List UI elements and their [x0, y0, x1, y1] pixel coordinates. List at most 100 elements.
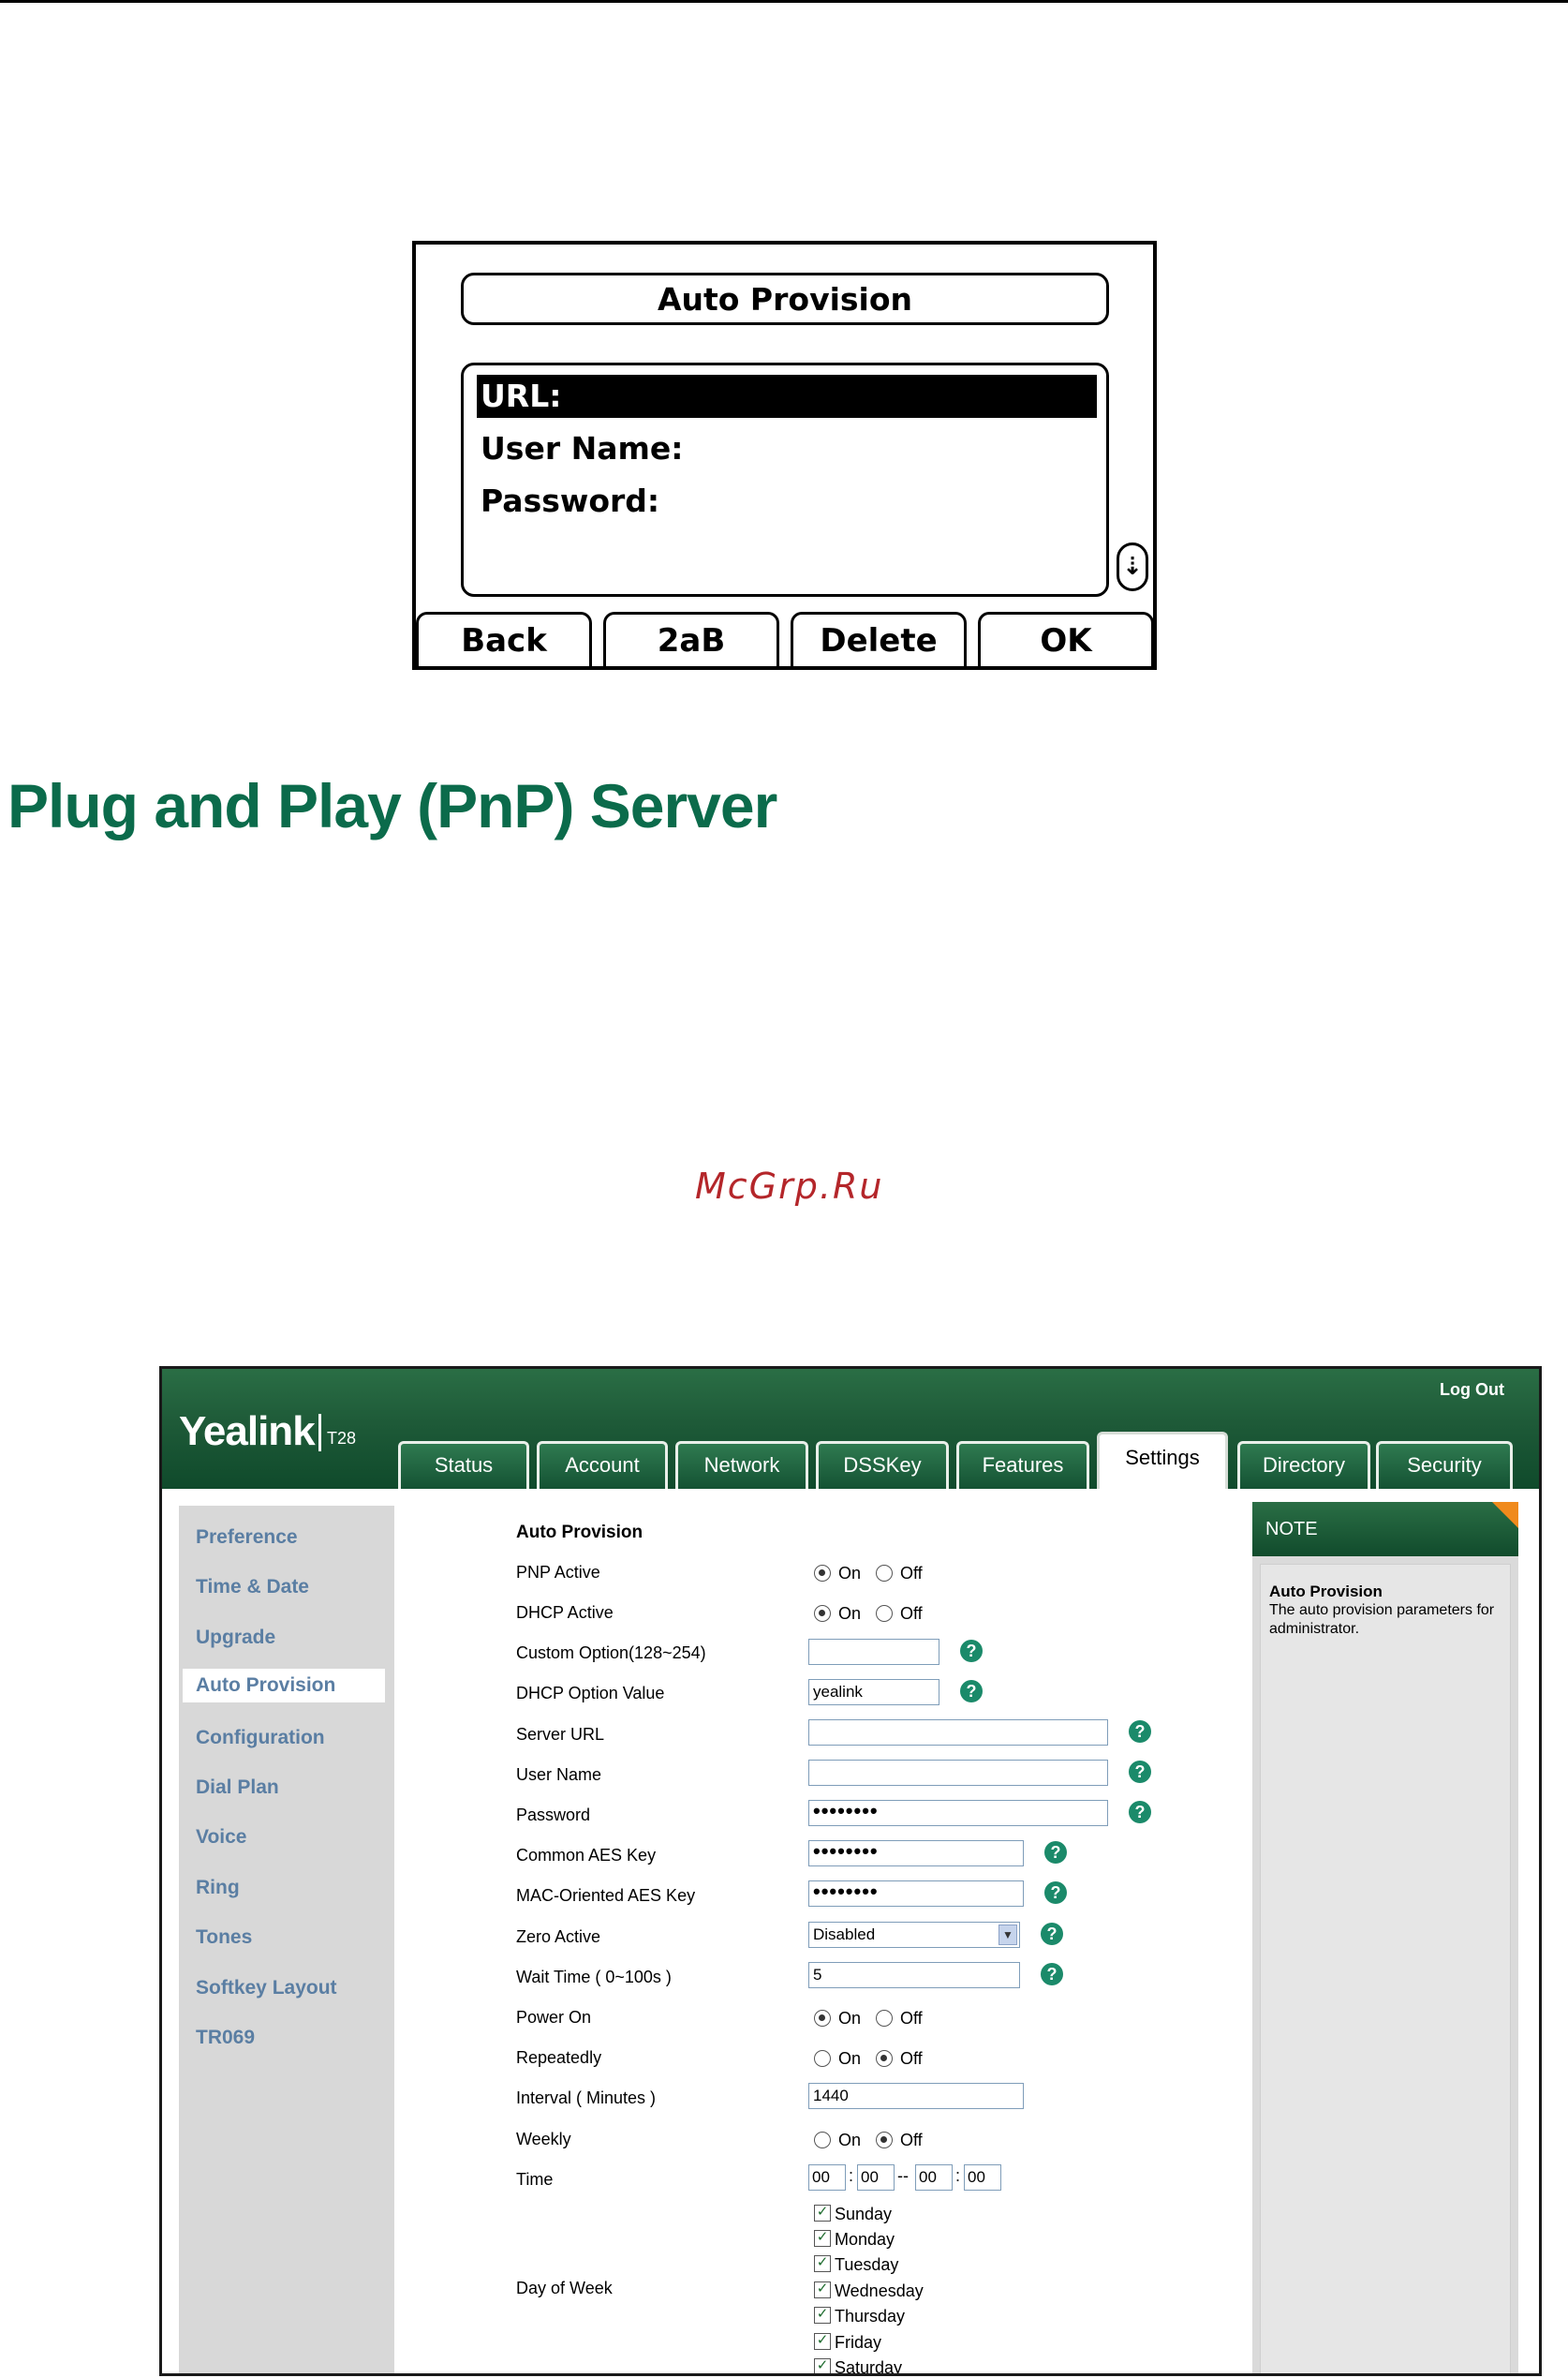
tab-account[interactable]: Account: [537, 1441, 668, 1489]
sidebar-item-tr069[interactable]: TR069: [196, 2027, 255, 2049]
phone-menu-box: URL: User Name: Password:: [461, 363, 1109, 597]
softkey-ok[interactable]: OK: [978, 612, 1154, 668]
phone-line-username[interactable]: User Name:: [477, 427, 1097, 470]
note-corner-icon: [1492, 1502, 1518, 1528]
pnp-active-off-radio[interactable]: [876, 1565, 893, 1582]
sidebar-item-dial-plan[interactable]: Dial Plan: [196, 1776, 279, 1799]
help-icon[interactable]: ?: [1044, 1881, 1067, 1904]
time-end-hour[interactable]: 00: [915, 2164, 953, 2191]
help-icon[interactable]: ?: [1041, 1963, 1063, 1985]
power-on-off-label: Off: [900, 2009, 923, 2028]
interval-input[interactable]: 1440: [808, 2083, 1024, 2109]
weekly-on-radio[interactable]: [814, 2132, 831, 2148]
power-on-label: Power On: [516, 2008, 592, 2027]
softkey-back[interactable]: Back: [416, 612, 592, 668]
weekly-off-radio[interactable]: [876, 2132, 893, 2148]
server-url-label: Server URL: [516, 1725, 605, 1744]
zero-active-select[interactable]: Disabled ▼: [808, 1922, 1020, 1948]
help-icon[interactable]: ?: [1129, 1761, 1151, 1783]
weekly-on-label: On: [838, 2131, 862, 2149]
custom-option-label: Custom Option(128~254): [516, 1643, 706, 1662]
mac-aes-key-input[interactable]: ••••••••: [808, 1880, 1024, 1907]
pnp-active-on-label: On: [838, 1564, 862, 1583]
repeatedly-off-radio[interactable]: [876, 2050, 893, 2067]
sidebar-item-voice[interactable]: Voice: [196, 1826, 246, 1849]
dhcp-active-on-label: On: [838, 1604, 862, 1623]
day-of-week-label: Day of Week: [516, 2279, 613, 2297]
help-icon[interactable]: ?: [1041, 1923, 1063, 1945]
power-on-off-radio[interactable]: [876, 2010, 893, 2027]
common-aes-key-input[interactable]: ••••••••: [808, 1840, 1024, 1866]
zero-active-label: Zero Active: [516, 1927, 601, 1946]
tuesday-checkbox[interactable]: ✓: [814, 2255, 831, 2272]
sunday-checkbox[interactable]: ✓: [814, 2205, 831, 2222]
help-icon[interactable]: ?: [1129, 1720, 1151, 1743]
note-body: [1260, 1564, 1511, 2373]
saturday-checkbox[interactable]: ✓: [814, 2358, 831, 2373]
yealink-logo: Yealink: [179, 1408, 316, 1454]
time-start-minute[interactable]: 00: [857, 2164, 895, 2191]
dhcp-option-value-input[interactable]: yealink: [808, 1679, 939, 1705]
password-label: Password: [516, 1806, 591, 1824]
custom-option-input[interactable]: [808, 1639, 939, 1665]
repeatedly-on-radio[interactable]: [814, 2050, 831, 2067]
tab-status[interactable]: Status: [398, 1441, 529, 1489]
help-icon[interactable]: ?: [1044, 1841, 1067, 1864]
time-end-minute[interactable]: 00: [964, 2164, 1001, 2191]
tab-settings[interactable]: Settings: [1097, 1432, 1228, 1489]
help-icon[interactable]: ?: [960, 1640, 983, 1662]
time-sep-1: :: [849, 2166, 854, 2185]
dhcp-active-on-radio[interactable]: [814, 1605, 831, 1622]
dhcp-active-off-label: Off: [900, 1604, 923, 1623]
tab-security[interactable]: Security: [1376, 1441, 1513, 1489]
user-name-input[interactable]: [808, 1760, 1108, 1786]
help-icon[interactable]: ?: [960, 1680, 983, 1702]
note-title: Auto Provision: [1269, 1583, 1383, 1600]
monday-label: Monday: [835, 2230, 895, 2249]
wait-time-input[interactable]: 5: [808, 1962, 1020, 1988]
softkey-delete[interactable]: Delete: [791, 612, 967, 668]
password-input[interactable]: ••••••••: [808, 1800, 1108, 1826]
power-on-on-radio[interactable]: [814, 2010, 831, 2027]
sidebar-item-configuration[interactable]: Configuration: [196, 1727, 325, 1749]
thursday-checkbox[interactable]: ✓: [814, 2307, 831, 2324]
softkey-2ab[interactable]: 2aB: [603, 612, 779, 668]
model-label: T28: [327, 1429, 357, 1448]
logout-link[interactable]: Log Out: [1440, 1380, 1504, 1400]
sidebar-item-preference[interactable]: Preference: [196, 1526, 298, 1549]
sidebar-item-softkey-layout[interactable]: Softkey Layout: [196, 1977, 337, 1999]
wednesday-checkbox[interactable]: ✓: [814, 2281, 831, 2298]
sidebar-item-time-date[interactable]: Time & Date: [196, 1576, 309, 1598]
pnp-active-on-radio[interactable]: [814, 1565, 831, 1582]
monday-checkbox[interactable]: ✓: [814, 2230, 831, 2247]
time-sep-2: --: [897, 2166, 909, 2185]
weekly-off-label: Off: [900, 2131, 923, 2149]
dhcp-active-label: DHCP Active: [516, 1603, 614, 1622]
tab-network[interactable]: Network: [675, 1441, 808, 1489]
repeatedly-label: Repeatedly: [516, 2048, 602, 2067]
help-icon[interactable]: ?: [1129, 1801, 1151, 1823]
chevron-down-icon[interactable]: ▼: [998, 1925, 1017, 1945]
phone-line-url[interactable]: URL:: [477, 375, 1097, 418]
note-header: NOTE: [1252, 1502, 1518, 1556]
user-name-label: User Name: [516, 1765, 602, 1784]
sidebar-item-upgrade[interactable]: Upgrade: [196, 1627, 275, 1649]
section-heading: Plug and Play (PnP) Server: [7, 771, 777, 840]
sidebar-item-ring[interactable]: Ring: [196, 1877, 240, 1899]
sidebar-item-tones[interactable]: Tones: [196, 1926, 252, 1949]
pnp-active-off-label: Off: [900, 1564, 923, 1583]
thursday-label: Thursday: [835, 2307, 906, 2326]
dhcp-active-off-radio[interactable]: [876, 1605, 893, 1622]
tab-directory[interactable]: Directory: [1237, 1441, 1370, 1489]
phone-line-password[interactable]: Password:: [477, 480, 1097, 523]
repeatedly-on-label: On: [838, 2049, 862, 2068]
tab-dsskey[interactable]: DSSKey: [816, 1441, 949, 1489]
time-start-hour[interactable]: 00: [808, 2164, 846, 2191]
server-url-input[interactable]: [808, 1719, 1108, 1746]
friday-checkbox[interactable]: ✓: [814, 2333, 831, 2350]
tab-features[interactable]: Features: [956, 1441, 1089, 1489]
section-title: Auto Provision: [516, 1523, 643, 1542]
sunday-label: Sunday: [835, 2205, 893, 2223]
friday-label: Friday: [835, 2333, 882, 2352]
sidebar-item-auto-provision[interactable]: Auto Provision: [183, 1669, 385, 1702]
